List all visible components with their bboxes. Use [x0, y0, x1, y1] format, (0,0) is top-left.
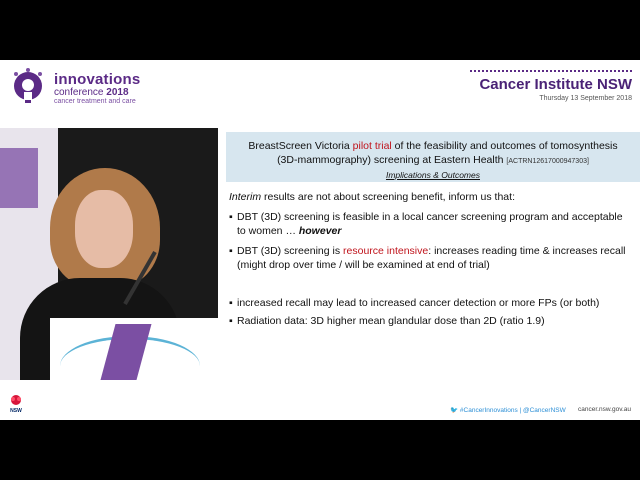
- brand-subtitle: conference 2018: [54, 87, 129, 98]
- slide-title-box: BreastScreen Victoria pilot trial of the…: [226, 132, 640, 182]
- slide-subtitle: Implications & Outcomes: [385, 170, 480, 180]
- speaker-video: [0, 128, 218, 380]
- conference-logo: innovations conference 2018 cancer treat…: [8, 65, 148, 107]
- bullet1-emphasis: however: [298, 225, 342, 237]
- bullet3-text: increased recall may lead to increased c…: [237, 297, 600, 309]
- bullet2-pre: DBT (3D) screening is: [237, 245, 344, 257]
- bullet-radiation: ▪ Radiation data: 3D higher mean glandula…: [229, 314, 639, 328]
- brand-title: innovations: [54, 71, 141, 88]
- bullet-recall: ▪ increased recall may lead to increased …: [229, 296, 639, 310]
- bullet-marker: ▪: [229, 245, 233, 257]
- title-part2: of the feasibility and outcomes of tomos…: [391, 140, 618, 152]
- bullet-text: DBT (3D) screening is resource intensive…: [237, 244, 627, 272]
- bullet2-red: resource intensive: [343, 245, 429, 257]
- trial-id: [ACTRN12617000947303]: [506, 158, 589, 165]
- bullet4-text: Radiation data: 3D higher mean glandular…: [237, 315, 545, 327]
- nsw-label: NSW: [10, 408, 22, 414]
- slide: BreastScreen Victoria pilot trial of the…: [226, 128, 640, 380]
- brand-year: 2018: [106, 87, 129, 98]
- footer-url[interactable]: cancer.nsw.gov.au: [578, 406, 631, 413]
- slide-title-line1: BreastScreen Victoria pilot trial of the…: [226, 139, 640, 153]
- bullet-marker: ▪: [229, 315, 233, 327]
- nsw-waratah-icon: NSW: [10, 395, 22, 414]
- brand-sub-word: conference: [54, 87, 107, 98]
- event-date: Thursday 13 September 2018: [539, 95, 632, 102]
- org-name: Cancer Institute NSW: [479, 76, 632, 93]
- slide-title-line2: (3D-mammography) screening at Eastern He…: [226, 153, 640, 169]
- presentation-frame: innovations conference 2018 cancer treat…: [0, 60, 640, 420]
- intro-italic: Interim: [229, 191, 262, 203]
- speaker-face: [75, 190, 133, 268]
- bullet-text: DBT (3D) screening is feasible in a loca…: [237, 210, 627, 238]
- intro-rest: results are not about screening benefit,…: [261, 191, 515, 203]
- dotted-rule: [470, 70, 632, 72]
- bullet-feasible: ▪ DBT (3D) screening is feasible in a loc…: [229, 210, 629, 238]
- brand-tagline: cancer treatment and care: [54, 98, 136, 105]
- lightbulb-icon: [14, 68, 42, 103]
- title-line2: (3D-mammography) screening at Eastern He…: [277, 154, 507, 166]
- title-part1: BreastScreen Victoria: [248, 140, 353, 152]
- bullet-resource: ▪ DBT (3D) screening is resource intensiv…: [229, 244, 629, 272]
- org-logo: Cancer Institute NSW Thursday 13 Septemb…: [462, 70, 632, 106]
- bullet-marker: ▪: [229, 297, 233, 309]
- bullet1-text: DBT (3D) screening is feasible in a loca…: [237, 211, 623, 237]
- slide-intro: Interim results are not about screening …: [229, 191, 515, 203]
- footer-social: 🐦 #CancerInnovations | @CancerNSW: [450, 407, 566, 414]
- title-pilot-trial: pilot trial: [352, 140, 392, 152]
- banner-stripe: [0, 148, 38, 208]
- bullet-marker: ▪: [229, 211, 233, 223]
